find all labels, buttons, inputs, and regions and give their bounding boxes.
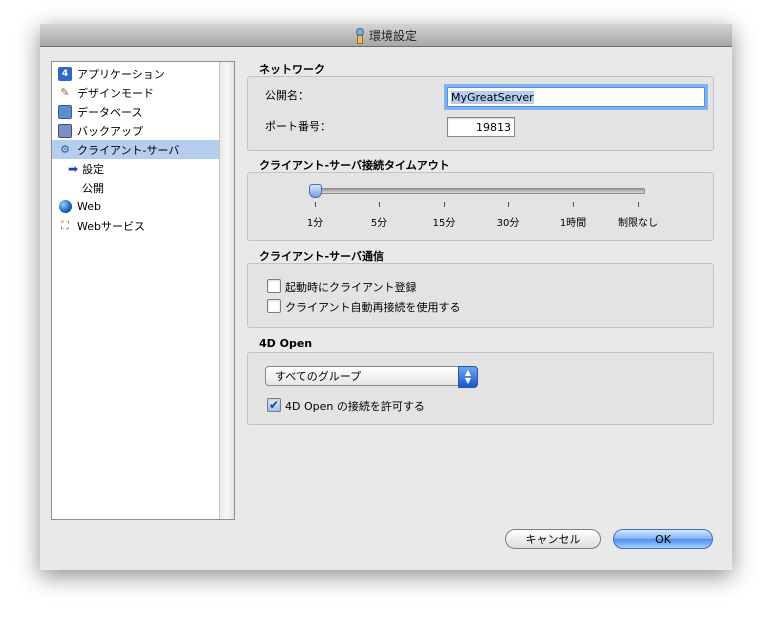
sidebar-item-web-services[interactable]: ⛶ Webサービス: [52, 216, 219, 235]
sidebar-item-label: データベース: [77, 105, 143, 119]
sidebar-item-label: クライアント-サーバ: [77, 143, 180, 157]
tick-mark: [444, 202, 445, 207]
sidebar-item-label: Web: [77, 200, 101, 213]
auto-reconnect-label[interactable]: クライアント自動再接続を使用する: [285, 299, 461, 315]
port-field[interactable]: 19813: [447, 117, 515, 137]
communication-group: [247, 263, 714, 328]
timeout-slider-track[interactable]: [315, 188, 645, 194]
cancel-button[interactable]: キャンセル: [505, 529, 601, 549]
register-at-startup-label[interactable]: 起動時にクライアント登録: [285, 279, 417, 295]
group-select[interactable]: すべてのグループ ▲ ▼: [265, 366, 478, 388]
tick-label: 制限なし: [618, 218, 658, 229]
group-select-value: すべてのグループ: [275, 370, 362, 383]
publish-name-value: MyGreatServer: [451, 91, 534, 104]
auto-reconnect-checkbox[interactable]: [267, 299, 281, 313]
tick-mark: [638, 202, 639, 207]
publish-name-label: 公開名：: [265, 89, 309, 102]
server-app-icon: [355, 28, 364, 44]
sidebar-item-application[interactable]: 4 アプリケーション: [52, 64, 219, 83]
4d-open-group: [247, 352, 714, 425]
tick-label: 1時間: [559, 218, 587, 229]
sidebar-item-design-mode[interactable]: ✎ デザインモード: [52, 83, 219, 102]
sidebar: 4 アプリケーション ✎ デザインモード データベース バックアップ ⚙ クライ…: [51, 61, 235, 520]
sidebar-scrollbar[interactable]: [219, 62, 234, 519]
sidebar-item-client-server[interactable]: ⚙ クライアント-サーバ: [52, 140, 219, 159]
web-services-icon: ⛶: [61, 218, 69, 232]
ok-button[interactable]: OK: [613, 529, 713, 549]
design-mode-icon: ✎: [60, 85, 70, 99]
up-down-arrows-icon: ▲ ▼: [458, 366, 478, 388]
port-value: 19813: [476, 121, 511, 134]
tick-label: 1分: [306, 218, 324, 229]
tick-mark: [379, 202, 380, 207]
4d-open-group-title: 4D Open: [259, 337, 313, 350]
sidebar-item-database[interactable]: データベース: [52, 102, 219, 121]
title-bar[interactable]: 環境設定: [40, 24, 732, 47]
allow-4d-open-checkbox[interactable]: ✔: [267, 398, 281, 412]
sidebar-item-label: 設定: [82, 162, 104, 176]
arrow-right-icon: ➡: [68, 161, 79, 176]
timeout-group: [247, 172, 714, 241]
backup-icon: [58, 123, 72, 138]
application-icon: 4: [58, 66, 72, 81]
timeout-slider-thumb[interactable]: [309, 184, 322, 198]
tick-mark: [573, 202, 574, 207]
preferences-window: 環境設定 4 アプリケーション ✎ デザインモード データベース バックアップ …: [40, 24, 732, 570]
allow-4d-open-label[interactable]: 4D Open の接続を許可する: [285, 398, 425, 414]
tick-label: 15分: [432, 218, 456, 229]
web-globe-icon: [58, 200, 72, 213]
sidebar-item-label: バックアップ: [77, 124, 143, 138]
sidebar-item-label: デザインモード: [77, 86, 154, 100]
timeout-group-title: クライアント-サーバ接続タイムアウト: [259, 159, 450, 172]
port-label: ポート番号：: [265, 120, 331, 133]
tick-label: 5分: [370, 218, 388, 229]
sidebar-item-label: 公開: [82, 181, 104, 195]
tick-label: 30分: [496, 218, 520, 229]
register-at-startup-checkbox[interactable]: [267, 279, 281, 293]
client-server-icon: ⚙: [60, 142, 70, 156]
tick-mark: [508, 202, 509, 207]
sidebar-item-label: アプリケーション: [77, 67, 165, 81]
network-group-title: ネットワーク: [259, 63, 325, 76]
sidebar-item-web[interactable]: Web: [52, 197, 219, 216]
sidebar-item-backup[interactable]: バックアップ: [52, 121, 219, 140]
tick-mark: [315, 202, 316, 207]
window-title: 環境設定: [368, 28, 417, 43]
communication-group-title: クライアント-サーバ通信: [259, 250, 385, 263]
sidebar-item-label: Webサービス: [77, 219, 145, 233]
database-icon: [58, 104, 72, 119]
publish-name-field[interactable]: MyGreatServer: [447, 87, 705, 107]
